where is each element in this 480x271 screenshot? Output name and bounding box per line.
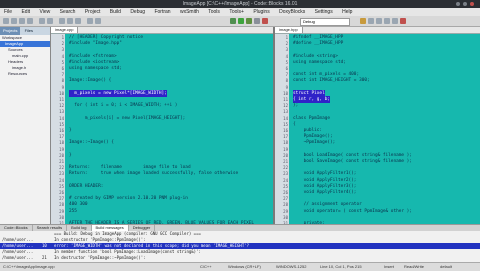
menu-settings[interactable]: Settings	[315, 9, 333, 15]
code-line[interactable]: };	[293, 102, 298, 109]
menu-search[interactable]: Search	[60, 9, 76, 15]
code-line[interactable]: }	[69, 127, 72, 134]
code-line[interactable]: Image::~Image() {	[69, 139, 114, 146]
code-line[interactable]: using namespace std;	[293, 59, 346, 66]
toolbar: Debug	[0, 16, 480, 27]
code-line[interactable]: bool SaveImage( const string& filename )…	[293, 158, 412, 165]
code-line[interactable]: class PpmImage	[293, 115, 330, 122]
editor-left-tab[interactable]: image.cpp	[51, 27, 79, 33]
build-and-run-icon[interactable]	[246, 18, 252, 24]
editor-left[interactable]: image.cpp 1// [HEADER] Copyright notice 2…	[51, 27, 273, 224]
code-line[interactable]: #include "Image.hpp"	[69, 40, 122, 47]
code-line[interactable]: { int r, g, b;	[293, 96, 331, 103]
code-line[interactable]: Return: true when image loaded successfu…	[69, 170, 238, 177]
menu-toolsplus[interactable]: Tools+	[229, 9, 244, 15]
cut-icon[interactable]	[59, 18, 65, 24]
save-icon[interactable]	[19, 18, 25, 24]
menu-tools[interactable]: Tools	[208, 9, 220, 15]
build-message-line: 21	[42, 255, 47, 260]
menu-help[interactable]: Help	[342, 9, 352, 15]
next-line-icon[interactable]	[376, 18, 382, 24]
run-to-cursor-icon[interactable]	[368, 18, 374, 24]
code-line[interactable]: m_pixels[i] = new Pixel[IMAGE_HEIGHT];	[69, 115, 185, 122]
build-message-msg: error: 'IMAGE_WIDTH' was not declared in…	[54, 243, 250, 248]
stop-debugger-icon[interactable]	[400, 18, 406, 24]
code-line[interactable]: using namespace std;	[69, 65, 122, 72]
code-line[interactable]: ~PpmImage();	[293, 139, 336, 146]
code-line[interactable]: m_pixels = new Pixel*[IMAGE_WIDTH];	[69, 89, 167, 97]
menu-bar: File Edit View Search Project Build Debu…	[0, 8, 480, 16]
build-message-row[interactable]: /home/user... 21 In destructor 'PpmImage::…	[0, 255, 480, 261]
code-line[interactable]: ORDER HEADER:	[69, 183, 103, 190]
code-line[interactable]: Image::Image() {	[69, 77, 111, 84]
step-into-icon[interactable]	[384, 18, 390, 24]
code-line[interactable]: void ApplyFilter4();	[293, 189, 357, 196]
menu-plugins[interactable]: Plugins	[253, 9, 269, 15]
minimize-icon[interactable]	[456, 2, 460, 6]
redo-icon[interactable]	[47, 18, 53, 24]
tab-projects[interactable]: Projects	[0, 27, 21, 35]
open-icon[interactable]	[11, 18, 17, 24]
menu-view[interactable]: View	[39, 9, 50, 15]
replace-icon[interactable]	[95, 18, 101, 24]
menu-edit[interactable]: Edit	[21, 9, 30, 15]
code-line[interactable]: void operator= ( const PpmImage& other )…	[293, 208, 412, 215]
editor-left-tabs: image.cpp	[51, 27, 273, 34]
build-target-select[interactable]: Debug	[300, 18, 350, 26]
save-all-icon[interactable]	[27, 18, 33, 24]
logs-panel: Code::Blocks Search results Build log Build…	[0, 224, 480, 263]
code-line[interactable]: #define __IMAGE_HPP	[293, 40, 343, 47]
rebuild-icon[interactable]	[254, 18, 260, 24]
close-icon[interactable]	[470, 2, 474, 6]
paste-icon[interactable]	[75, 18, 81, 24]
window-titlebar: ImageApp [C:\C++/ImageApp] - Code::Block…	[0, 0, 480, 8]
build-message-msg: In constructor 'PpmImage::PpmImage()':	[54, 237, 146, 242]
new-file-icon[interactable]	[3, 18, 9, 24]
undo-icon[interactable]	[39, 18, 45, 24]
run-icon[interactable]	[238, 18, 244, 24]
code-line[interactable]: const int IMAGE_HEIGHT = 300;	[293, 77, 370, 84]
build-message-msg: In member function 'bool PpmImage::LoadI…	[54, 249, 201, 254]
debug-icon[interactable]	[360, 18, 366, 24]
menu-wxsmith[interactable]: wxSmith	[180, 9, 199, 15]
menu-doxyblocks[interactable]: DoxyBlocks	[279, 9, 305, 15]
editor-right[interactable]: image.hpp 1 #ifndef __IMAGE_HPP 2 #define _…	[275, 27, 480, 224]
tab-files[interactable]: Files	[22, 27, 36, 35]
menu-build[interactable]: Build	[110, 9, 121, 15]
copy-icon[interactable]	[67, 18, 73, 24]
build-icon[interactable]	[230, 18, 236, 24]
tree-resources[interactable]: Resources	[0, 71, 50, 77]
build-message-msg: In destructor 'PpmImage::~PpmImage()':	[54, 255, 146, 260]
editor-right-tabs: image.hpp	[275, 27, 480, 34]
build-messages-list: === Build: Debug in ImageApp (compiler: …	[0, 231, 480, 261]
maximize-icon[interactable]	[463, 2, 467, 6]
abort-icon[interactable]	[262, 18, 268, 24]
find-icon[interactable]	[87, 18, 93, 24]
management-tabs: Projects Files	[0, 27, 50, 35]
build-message-msg: === Build: Debug in ImageApp (compiler: …	[54, 231, 201, 236]
menu-project[interactable]: Project	[85, 9, 101, 15]
code-line[interactable]: 255	[69, 208, 77, 215]
build-target-label: Debug	[303, 19, 315, 24]
menu-file[interactable]: File	[4, 9, 12, 15]
code-line[interactable]: for ( int i = 0; i < IMAGE_WIDTH; ++i )	[69, 102, 177, 109]
menu-fortran[interactable]: Fortran	[154, 9, 170, 15]
editor-right-tab[interactable]: image.hpp	[275, 27, 303, 33]
build-message-file: /home/user...	[2, 255, 34, 260]
step-out-icon[interactable]	[392, 18, 398, 24]
window-title: ImageApp [C:\C++/ImageApp] - Code::Block…	[182, 1, 298, 7]
code-line[interactable]: }	[69, 152, 72, 159]
menu-debug[interactable]: Debug	[130, 9, 145, 15]
